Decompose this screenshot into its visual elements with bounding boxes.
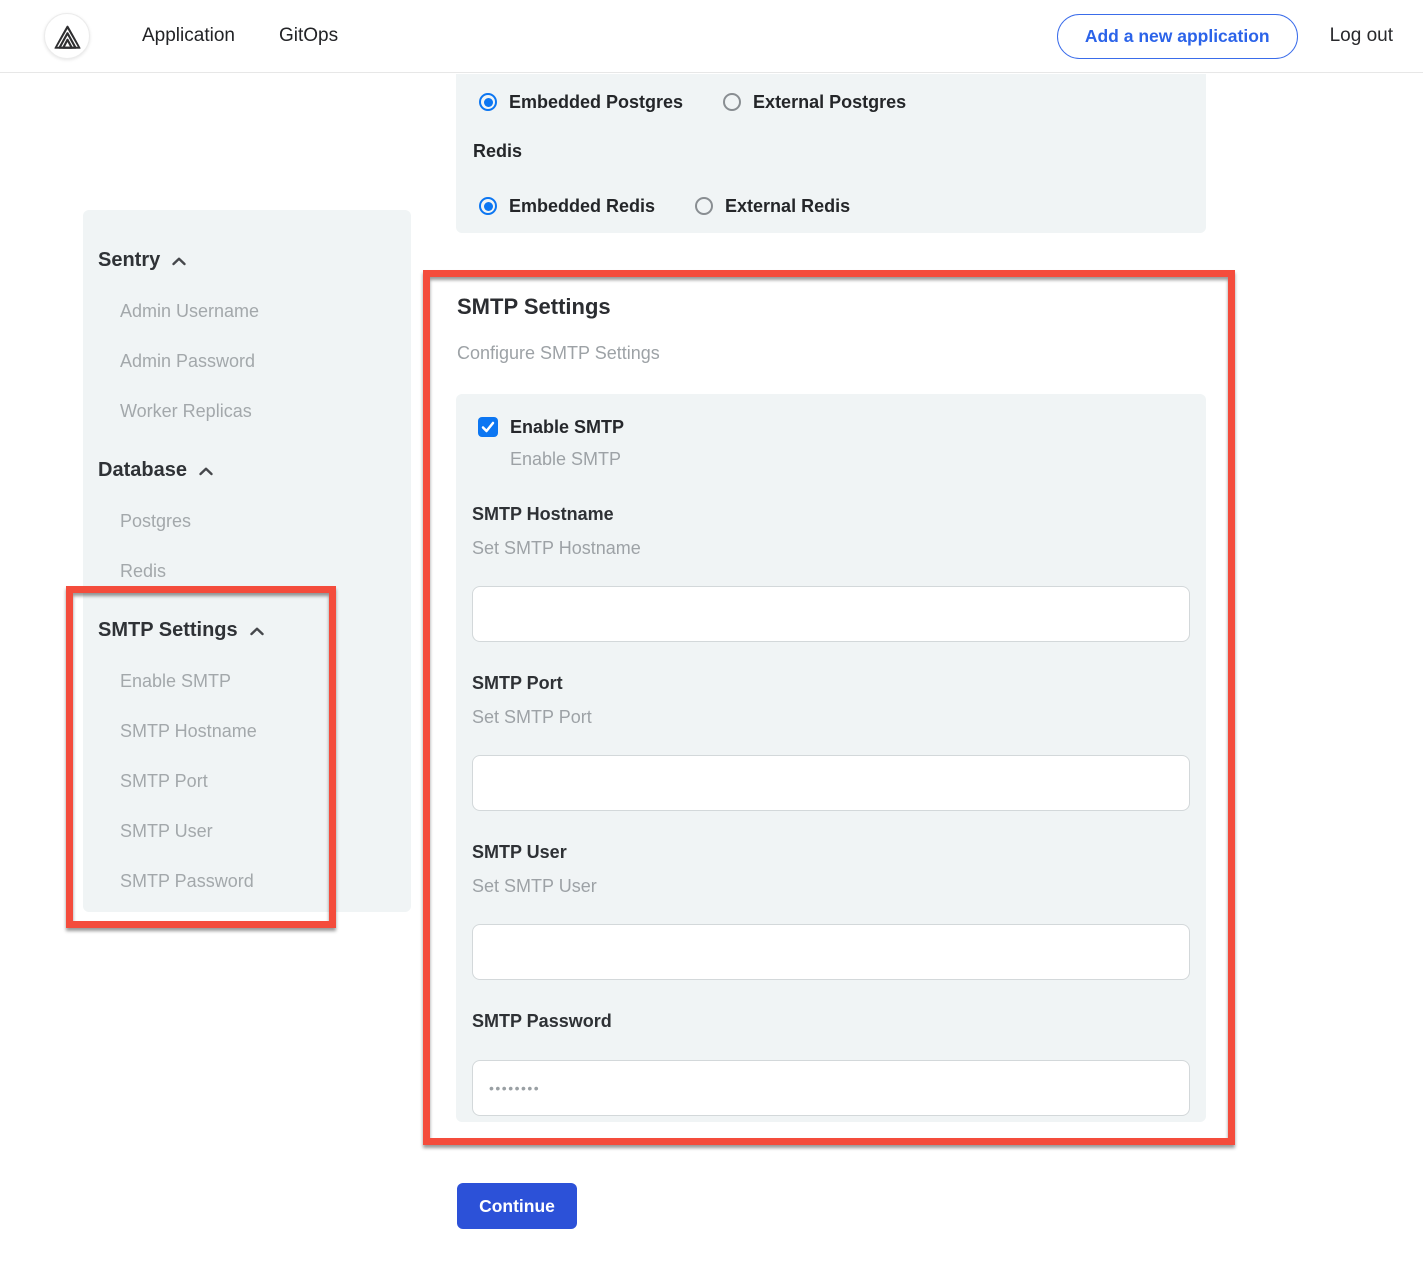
radio-label: External Redis <box>725 196 850 217</box>
sidebar-item-smtp-password[interactable]: SMTP Password <box>120 870 411 892</box>
postgres-option-embedded-postgres[interactable]: Embedded Postgres <box>479 92 683 113</box>
sidebar-item-admin-password[interactable]: Admin Password <box>120 350 411 372</box>
top-nav: Application GitOps Add a new application … <box>0 0 1423 73</box>
smtp-hostname-input[interactable] <box>472 586 1190 642</box>
radio-selected-icon[interactable] <box>479 197 497 215</box>
sidebar-item-redis[interactable]: Redis <box>120 560 411 582</box>
sidebar-item-enable-smtp[interactable]: Enable SMTP <box>120 670 411 692</box>
radio-unselected-icon[interactable] <box>695 197 713 215</box>
redis-option-external-redis[interactable]: External Redis <box>695 196 850 217</box>
field-helper: Set SMTP Hostname <box>472 537 1190 559</box>
radio-label: External Postgres <box>753 92 906 113</box>
field-group-smtp-password: SMTP Password <box>472 1010 1190 1116</box>
sidebar-item-smtp-user[interactable]: SMTP User <box>120 820 411 842</box>
nav-item-application[interactable]: Application <box>142 25 235 47</box>
sidebar-item-worker-replicas[interactable]: Worker Replicas <box>120 400 411 422</box>
sidebar-group-label: SMTP Settings <box>98 618 238 642</box>
smtp-section-subtitle: Configure SMTP Settings <box>457 342 1207 364</box>
postgres-radio-group: Embedded Postgres External Postgres <box>479 90 1206 114</box>
sidebar-item-postgres[interactable]: Postgres <box>120 510 411 532</box>
page: Application GitOps Add a new application … <box>0 0 1423 1270</box>
smtp-user-input[interactable] <box>472 924 1190 980</box>
postgres-option-external-postgres[interactable]: External Postgres <box>723 92 906 113</box>
smtp-section-title: SMTP Settings <box>457 294 1207 320</box>
enable-smtp-helper: Enable SMTP <box>510 448 1190 470</box>
chevron-up-icon <box>249 626 265 637</box>
main-nav: Application GitOps <box>142 0 338 72</box>
radio-label: Embedded Postgres <box>509 92 683 113</box>
header-right: Add a new application Log out <box>1057 0 1393 72</box>
checkmark-icon <box>481 421 495 433</box>
field-label: SMTP User <box>472 841 1190 863</box>
redis-option-embedded-redis[interactable]: Embedded Redis <box>479 196 655 217</box>
app-logo[interactable] <box>44 13 90 59</box>
radio-label: Embedded Redis <box>509 196 655 217</box>
field-label: SMTP Password <box>472 1010 1190 1032</box>
enable-smtp-checkbox[interactable] <box>478 417 498 437</box>
smtp-section: SMTP Settings Configure SMTP Settings En… <box>457 294 1207 1122</box>
smtp-password-input[interactable] <box>472 1060 1190 1116</box>
radio-selected-icon[interactable] <box>479 93 497 111</box>
config-sidebar: Sentry Admin Username Admin Password Worker… <box>83 210 411 912</box>
field-group-smtp-hostname: SMTP Hostname Set SMTP Hostname <box>472 503 1190 642</box>
smtp-form-panel: Enable SMTP Enable SMTP SMTP Hostname Set… <box>456 394 1206 1122</box>
sentry-logo-icon <box>54 24 81 49</box>
radio-unselected-icon[interactable] <box>723 93 741 111</box>
database-config-panel: Embedded Postgres External Postgres Redis… <box>456 74 1206 233</box>
field-helper: Set SMTP User <box>472 875 1190 897</box>
add-new-application-button[interactable]: Add a new application <box>1057 14 1298 59</box>
field-label: SMTP Port <box>472 672 1190 694</box>
sidebar-group-sentry[interactable]: Sentry <box>98 248 411 272</box>
sidebar-group-label: Sentry <box>98 248 160 272</box>
sidebar-group-smtp-settings[interactable]: SMTP Settings <box>98 618 411 642</box>
chevron-up-icon <box>171 256 187 267</box>
sidebar-item-smtp-port[interactable]: SMTP Port <box>120 770 411 792</box>
smtp-fields: SMTP HostnameSet SMTP HostnameSMTP PortS… <box>472 503 1190 1116</box>
sidebar-item-admin-username[interactable]: Admin Username <box>120 300 411 322</box>
continue-button[interactable]: Continue <box>457 1183 577 1229</box>
smtp-port-input[interactable] <box>472 755 1190 811</box>
sidebar-group-database[interactable]: Database <box>98 458 411 482</box>
redis-radio-group: Embedded Redis External Redis <box>479 194 1206 218</box>
sidebar-group-label: Database <box>98 458 187 482</box>
chevron-up-icon <box>198 466 214 477</box>
sidebar-item-smtp-hostname[interactable]: SMTP Hostname <box>120 720 411 742</box>
field-group-smtp-user: SMTP User Set SMTP User <box>472 841 1190 980</box>
enable-smtp-row: Enable SMTP <box>478 415 1190 439</box>
field-group-smtp-port: SMTP Port Set SMTP Port <box>472 672 1190 811</box>
nav-item-gitops[interactable]: GitOps <box>279 25 338 47</box>
field-label: SMTP Hostname <box>472 503 1190 525</box>
enable-smtp-label: Enable SMTP <box>510 417 624 438</box>
redis-section-label: Redis <box>473 140 1206 162</box>
field-helper: Set SMTP Port <box>472 706 1190 728</box>
logout-link[interactable]: Log out <box>1330 25 1393 47</box>
